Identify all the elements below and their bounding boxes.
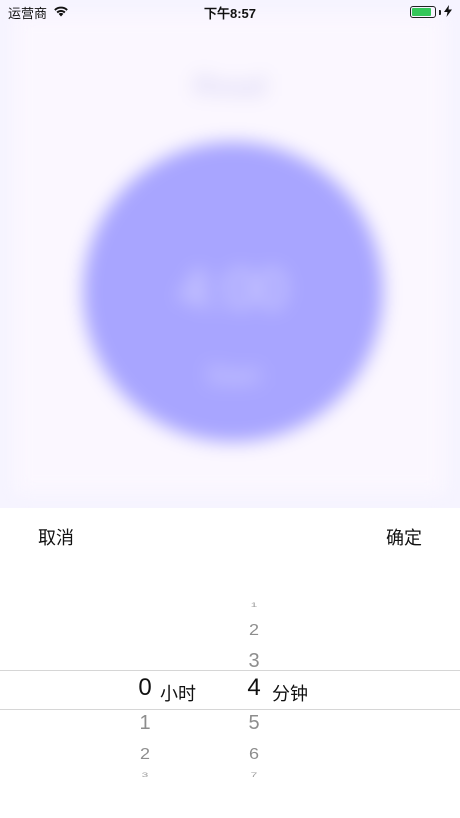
picker-option[interactable]: 1	[125, 712, 165, 735]
time-picker-sheet: 取消 确定 0123 小时 1234567 分钟	[0, 508, 460, 818]
selection-indicator	[0, 670, 460, 710]
picker-option[interactable]: 1	[234, 601, 274, 609]
picker-option[interactable]: 5	[234, 712, 274, 735]
picker-toolbar: 取消 确定	[0, 508, 460, 562]
minutes-unit-label: 分钟	[272, 684, 308, 704]
screen: Read 4:00 Start 运营商 下午8:57 取消 确定 0 1 2 3…	[0, 0, 460, 818]
timer-display: 4:00	[178, 257, 288, 320]
picker-selected-value[interactable]: 0	[125, 674, 165, 702]
battery-icon	[410, 6, 436, 18]
start-label: Start	[205, 360, 261, 390]
picker-option[interactable]: 2	[125, 746, 165, 764]
carrier-label: 运营商	[8, 5, 48, 21]
cancel-button[interactable]: 取消	[38, 524, 74, 550]
picker-option[interactable]: 3	[234, 650, 274, 673]
picker-option[interactable]: 7	[234, 771, 274, 779]
picker-option[interactable]: 6	[234, 746, 274, 764]
picker-selected-value[interactable]: 4	[234, 674, 274, 702]
background-app: Read 4:00 Start	[0, 0, 460, 508]
battery-level	[412, 8, 431, 16]
wifi-icon	[53, 5, 69, 20]
bolt-icon	[444, 4, 452, 20]
hours-unit-label: 小时	[160, 684, 196, 704]
background-title: Read	[193, 70, 267, 103]
status-bar: 运营商 下午8:57	[0, 0, 460, 24]
hours-wheel[interactable]: 0 1 2 3	[125, 562, 165, 818]
picker-option[interactable]: 2	[234, 622, 274, 640]
minutes-wheel[interactable]: 1 2 34 5 6 7	[234, 562, 274, 818]
picker-option[interactable]: 3	[125, 771, 165, 779]
confirm-button[interactable]: 确定	[386, 524, 422, 550]
